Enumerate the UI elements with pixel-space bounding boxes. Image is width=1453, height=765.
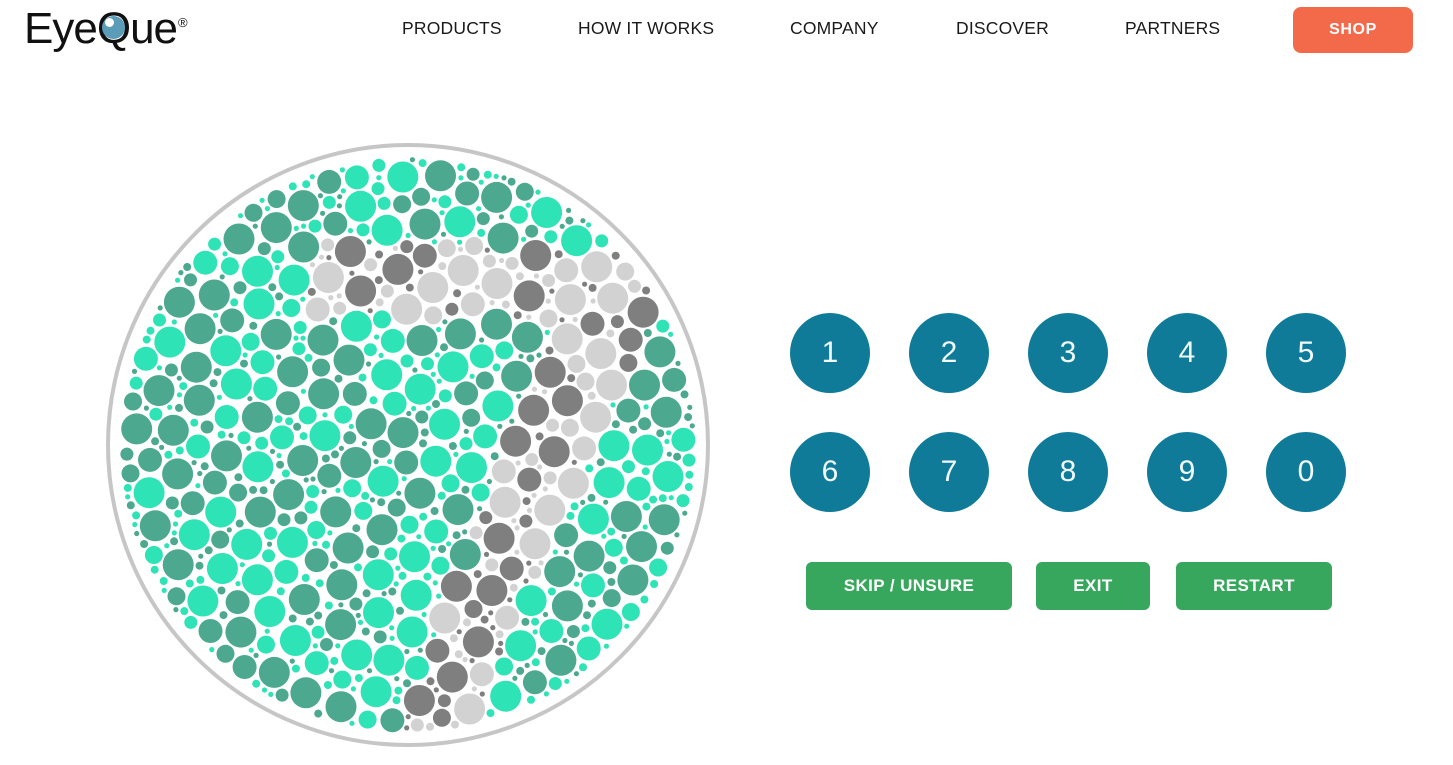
shop-button[interactable]: SHOP — [1293, 7, 1413, 53]
page-root: EyeQ ue® PRODUCTS HOW IT WORKS COMPANY DI… — [0, 0, 1453, 765]
logo-wordmark: EyeQ ue® — [24, 4, 188, 53]
ishihara-plate — [106, 143, 710, 747]
nav-item-products[interactable]: PRODUCTS — [402, 18, 502, 39]
site-header: EyeQ ue® PRODUCTS HOW IT WORKS COMPANY DI… — [0, 0, 1453, 60]
exit-button[interactable]: EXIT — [1036, 562, 1150, 610]
nav-item-company[interactable]: COMPANY — [790, 18, 879, 39]
skip-unsure-button[interactable]: SKIP / UNSURE — [806, 562, 1012, 610]
number-button-5[interactable]: 5 — [1266, 313, 1346, 393]
number-button-9[interactable]: 9 — [1147, 432, 1227, 512]
eyeque-logo[interactable]: EyeQ ue® — [24, 4, 188, 54]
logo-q-glyph: Q — [96, 4, 131, 53]
number-button-2[interactable]: 2 — [909, 313, 989, 393]
number-button-4[interactable]: 4 — [1147, 313, 1227, 393]
registered-trademark-icon: ® — [178, 15, 188, 31]
number-button-1[interactable]: 1 — [790, 313, 870, 393]
logo-q-letter: Q — [96, 4, 131, 53]
number-button-3[interactable]: 3 — [1028, 313, 1108, 393]
nav-item-how-it-works[interactable]: HOW IT WORKS — [578, 18, 714, 39]
nav-item-partners[interactable]: PARTNERS — [1125, 18, 1220, 39]
nav-item-discover[interactable]: DISCOVER — [956, 18, 1049, 39]
logo-text-after-q: ue — [130, 4, 178, 53]
number-button-8[interactable]: 8 — [1028, 432, 1108, 512]
number-button-0[interactable]: 0 — [1266, 432, 1346, 512]
number-button-7[interactable]: 7 — [909, 432, 989, 512]
ishihara-plate-ring — [106, 143, 710, 747]
logo-text-before-q: Eye — [24, 4, 98, 53]
restart-button[interactable]: RESTART — [1176, 562, 1332, 610]
number-button-6[interactable]: 6 — [790, 432, 870, 512]
